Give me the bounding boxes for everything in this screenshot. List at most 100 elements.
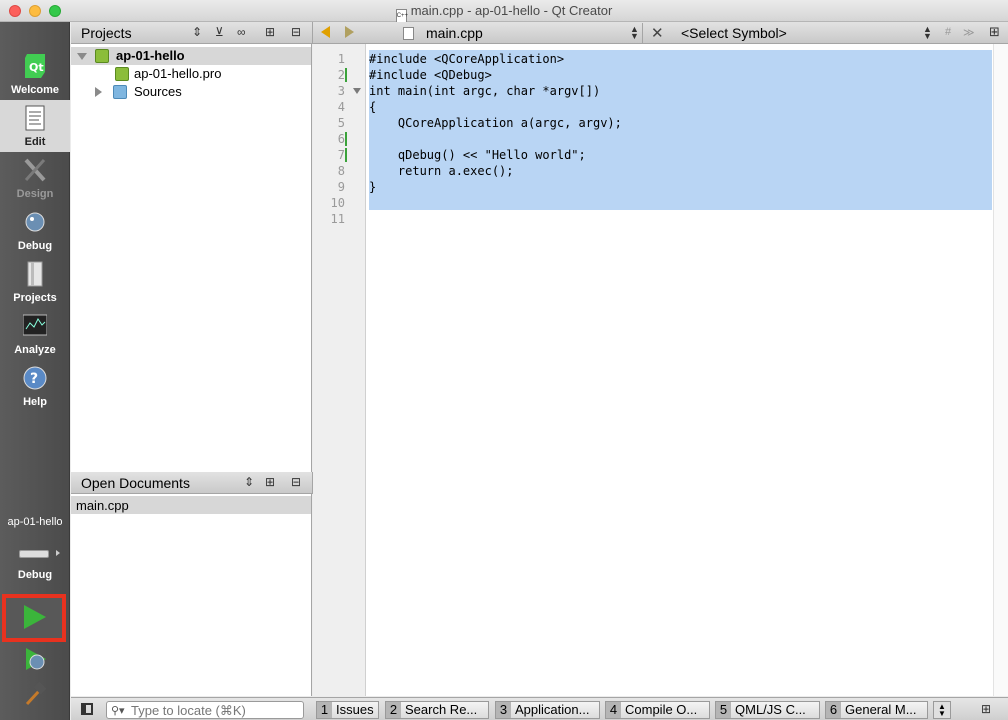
code-line: qDebug() << "Hello world"; [369, 148, 586, 162]
cpp-file-icon [403, 27, 414, 40]
toggle-sidebar-icon[interactable] [81, 703, 93, 715]
code-line: QCoreApplication a(argc, argv); [369, 116, 622, 130]
close-document-icon[interactable]: ✕ [651, 24, 664, 42]
expand-arrow-icon[interactable] [77, 53, 87, 60]
output-tabs-scroll-icon[interactable]: ▲ ▼ [933, 701, 951, 719]
editor-scrollbar[interactable] [993, 44, 1008, 696]
projects-panel-title: Projects [81, 25, 132, 41]
code-line: } [369, 180, 377, 194]
line-number: 4 [337, 100, 345, 114]
output-tab-number: 1 [317, 702, 332, 718]
mode-projects[interactable]: Projects [0, 256, 70, 308]
open-documents-header: Open Documents ⇕ ⊞ ⊟ [71, 472, 313, 494]
symbol-selector-label: <Select Symbol> [681, 25, 787, 41]
current-file-combo[interactable]: main.cpp ▲ ▼ [403, 23, 643, 43]
start-debugging-icon[interactable] [23, 646, 49, 672]
go-back-icon[interactable] [321, 26, 330, 38]
tree-item-label: Sources [134, 84, 182, 99]
line-number: 2 [337, 68, 345, 82]
code-line: #include <QDebug> [369, 68, 492, 82]
help-icon: ? [23, 366, 47, 390]
code-line: int main(int argc, char *argv[]) [369, 84, 601, 98]
go-forward-icon[interactable] [345, 26, 354, 38]
bug-icon [25, 212, 45, 232]
filter-tree-icon[interactable]: ⊻ [215, 25, 224, 39]
mode-label: Debug [17, 240, 53, 252]
encoding-icon[interactable]: ≫ [963, 26, 975, 39]
current-file-label: main.cpp [426, 25, 483, 41]
tree-item-project[interactable]: ap-01-hello [71, 47, 311, 65]
output-tab-label: Application... [515, 702, 590, 717]
output-tab-number: 6 [826, 702, 841, 718]
kit-project-label: ap-01-hello [7, 516, 63, 528]
code-line: return a.exec(); [369, 164, 514, 178]
window-title: C++ main.cpp - ap-01-hello - Qt Creator [0, 3, 1008, 23]
output-tab-number: 4 [606, 702, 621, 718]
split-editor-icon[interactable]: ⊞ [989, 24, 1000, 40]
line-number: 3 [337, 84, 345, 98]
output-tab-issues[interactable]: 1 Issues [316, 701, 379, 719]
analyze-scope-icon [23, 314, 47, 336]
output-tab-general-messages[interactable]: 6 General M... [825, 701, 928, 719]
changed-line-marker [345, 148, 347, 162]
code-editor[interactable]: #include <QCoreApplication> #include <QD… [366, 44, 1008, 696]
output-tab-number: 5 [716, 702, 731, 718]
edit-document-icon [25, 105, 45, 131]
run-button[interactable] [2, 594, 66, 642]
line-number: 7 [337, 148, 345, 162]
output-tab-compile-output[interactable]: 4 Compile O... [605, 701, 710, 719]
collapse-arrow-icon[interactable] [95, 87, 102, 97]
output-tab-label: Search Re... [405, 702, 478, 717]
locator-input[interactable]: ⚲▾ Type to locate (⌘K) [106, 701, 304, 719]
output-tab-number: 3 [496, 702, 511, 718]
kit-selector-arrow-icon[interactable] [56, 550, 60, 556]
close-panel-icon[interactable]: ⊟ [291, 25, 301, 39]
project-tree: ap-01-hello ap-01-hello.pro Sources [71, 44, 312, 472]
view-selector-arrows-icon[interactable]: ⇕ [244, 475, 254, 489]
design-tools-icon [24, 158, 46, 182]
build-hammer-icon[interactable] [22, 682, 48, 708]
tree-item-label: ap-01-hello [116, 48, 185, 63]
build-kit-icon[interactable] [19, 550, 49, 558]
projects-panel-header: Projects ⇕ ⊻ ∞ ⊞ ⊟ [71, 22, 313, 44]
mode-analyze[interactable]: Analyze [0, 308, 70, 360]
line-number: 1 [337, 52, 345, 66]
mode-welcome[interactable]: Qt Welcome [0, 48, 70, 100]
mode-debug[interactable]: Debug [0, 204, 70, 256]
mode-help[interactable]: ? Help [0, 360, 70, 412]
mode-label: Projects [13, 292, 57, 304]
open-document-item[interactable]: main.cpp [71, 496, 311, 514]
tree-item-label: ap-01-hello.pro [134, 66, 222, 81]
kit-build-config-label: Debug [17, 569, 53, 581]
folder-icon [113, 85, 127, 99]
link-with-editor-icon[interactable]: ∞ [237, 25, 246, 39]
fold-marker-icon[interactable] [353, 88, 361, 94]
hash-icon[interactable]: # [945, 26, 951, 38]
close-panel-icon[interactable]: ⊟ [291, 475, 301, 489]
combo-arrows-icon: ▲ ▼ [923, 24, 932, 41]
split-panel-icon[interactable]: ⊞ [265, 25, 275, 39]
open-documents-title: Open Documents [81, 475, 190, 491]
split-panel-icon[interactable]: ⊞ [265, 475, 275, 489]
output-tab-application-output[interactable]: 3 Application... [495, 701, 600, 719]
svg-text:?: ? [30, 371, 38, 387]
mode-label: Help [23, 396, 47, 408]
output-tab-qml-js-console[interactable]: 5 QML/JS C... [715, 701, 820, 719]
mode-design[interactable]: Design [0, 152, 70, 204]
line-number-gutter: 1 2 3 4 5 6 7 8 9 10 11 [313, 44, 366, 696]
view-selector-arrows-icon[interactable]: ⇕ [192, 25, 202, 39]
qt-logo-icon: Qt [25, 54, 45, 78]
window-title-text: main.cpp - ap-01-hello - Qt Creator [410, 3, 613, 18]
mode-selector: Qt Welcome Edit Design Debug Projects An… [0, 22, 70, 720]
symbol-selector-combo[interactable]: <Select Symbol> ▲ ▼ [671, 23, 936, 43]
output-tab-label: Issues [336, 702, 374, 717]
output-tab-number: 2 [386, 702, 401, 718]
output-tab-search-results[interactable]: 2 Search Re... [385, 701, 489, 719]
mode-edit[interactable]: Edit [0, 100, 70, 152]
line-number: 8 [337, 164, 345, 178]
expand-output-pane-icon[interactable]: ⊞ [981, 702, 991, 716]
svg-text:Qt: Qt [29, 61, 44, 74]
mode-label: Analyze [14, 344, 56, 356]
output-tab-label: QML/JS C... [735, 702, 806, 717]
cpp-file-icon: C++ [395, 9, 408, 23]
